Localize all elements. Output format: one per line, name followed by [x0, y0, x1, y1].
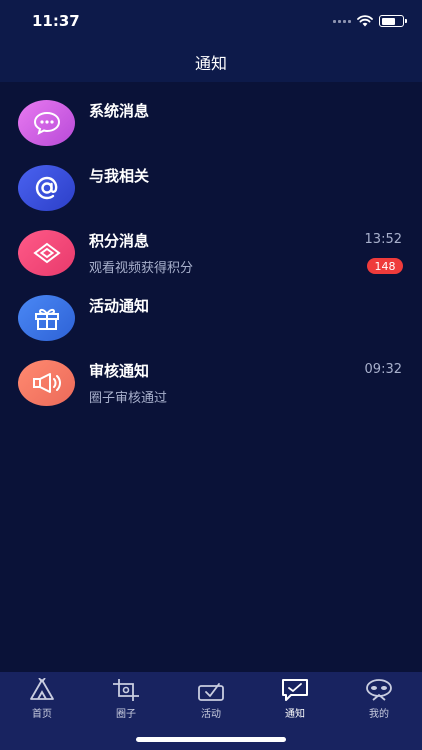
tent-icon	[30, 678, 54, 700]
home-indicator[interactable]	[136, 737, 286, 742]
item-subtitle: 圈子审核通过	[89, 391, 168, 406]
notification-item-mentions[interactable]: 与我相关	[0, 153, 422, 218]
notification-item-review[interactable]: 审核通知 圈子审核通过 09:32	[0, 348, 422, 413]
unread-badge: 148	[367, 258, 403, 274]
item-title: 活动通知	[89, 297, 150, 315]
tab-home[interactable]: 首页	[12, 678, 72, 720]
at-sign-icon	[35, 176, 57, 200]
battery-icon	[379, 15, 407, 27]
avatar	[18, 360, 75, 406]
item-time: 09:32	[364, 362, 402, 377]
item-title: 系统消息	[89, 102, 150, 120]
item-title: 积分消息	[89, 232, 150, 250]
megaphone-icon	[32, 373, 61, 393]
gift-icon	[34, 308, 59, 330]
item-title: 与我相关	[89, 167, 150, 185]
page-title: 通知	[194, 54, 227, 73]
tab-label: 首页	[32, 709, 52, 720]
avatar	[18, 100, 75, 146]
notification-item-activity[interactable]: 活动通知	[0, 283, 422, 348]
tab-label: 活动	[201, 709, 221, 720]
tab-profile[interactable]: 我的	[349, 678, 409, 720]
chat-bubble-icon	[33, 111, 60, 135]
signal-icon	[333, 19, 351, 23]
avatar	[18, 295, 75, 341]
wifi-icon	[357, 15, 373, 27]
avatar	[18, 230, 75, 276]
tab-notifications[interactable]: 通知	[265, 678, 325, 720]
ticket-icon	[198, 683, 224, 701]
status-icons	[333, 14, 407, 28]
tab-label: 我的	[369, 709, 389, 720]
message-icon	[282, 679, 308, 701]
notification-item-points[interactable]: 积分消息 观看视频获得积分 13:52 148	[0, 218, 422, 283]
crop-icon	[113, 679, 139, 701]
item-title: 审核通知	[89, 362, 150, 380]
tab-label: 圈子	[116, 709, 136, 720]
status-bar: 11:37	[0, 0, 422, 42]
item-time: 13:52	[364, 232, 402, 247]
tab-activity[interactable]: 活动	[181, 678, 241, 720]
status-time: 11:37	[32, 12, 80, 30]
notification-list: 系统消息 与我相关 积分消息 观看视频获得积分 13:52 148 活动通知 审…	[0, 88, 422, 413]
mask-icon	[366, 679, 392, 701]
notification-item-system[interactable]: 系统消息	[0, 88, 422, 153]
avatar	[18, 165, 75, 211]
nav-bar: 通知	[0, 42, 422, 82]
tab-circle[interactable]: 圈子	[96, 678, 156, 720]
tab-label: 通知	[285, 709, 305, 720]
diamond-icon	[32, 242, 61, 264]
item-subtitle: 观看视频获得积分	[89, 261, 194, 276]
